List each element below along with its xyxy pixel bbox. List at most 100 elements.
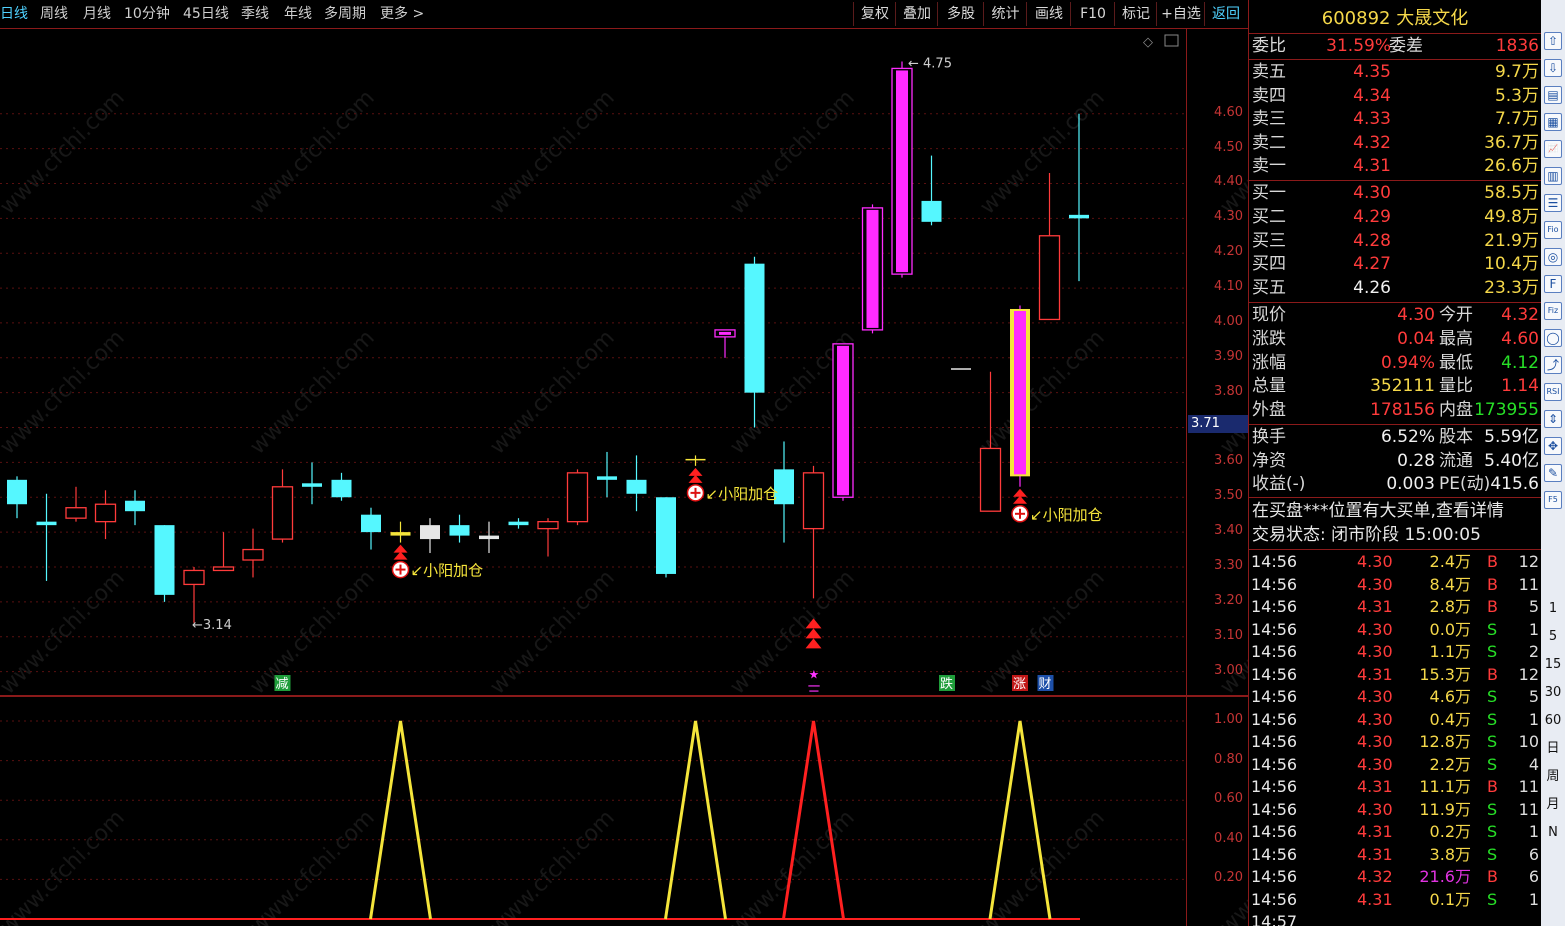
diamond-icon[interactable]: ◇	[1143, 35, 1153, 50]
candle[interactable]	[65, 486, 87, 522]
candle[interactable]	[685, 455, 706, 466]
candle[interactable]	[537, 518, 559, 557]
candle[interactable]	[656, 497, 676, 578]
period-shortcut-6[interactable]: 周	[1544, 768, 1562, 786]
trend-icon[interactable]: ⤴	[1544, 356, 1562, 374]
candle[interactable]	[36, 493, 57, 581]
candle[interactable]	[832, 343, 854, 501]
table-icon[interactable]: ▦	[1544, 113, 1562, 131]
period-quarterly[interactable]: 季线	[241, 4, 269, 24]
draw-button[interactable]: 画线	[1026, 2, 1071, 26]
period-weekly[interactable]: 周线	[40, 4, 68, 24]
bid-volume: 10.4万	[1484, 254, 1539, 275]
candle[interactable]	[1038, 173, 1061, 321]
circle-icon[interactable]: ◎	[1544, 248, 1562, 266]
candle[interactable]	[891, 61, 913, 278]
candle[interactable]	[714, 329, 736, 358]
period-monthly[interactable]: 月线	[83, 4, 111, 24]
ask-price: 4.34	[1353, 85, 1391, 106]
period-shortcut-2[interactable]: 15	[1544, 656, 1562, 674]
event-marker[interactable]: 财	[1037, 675, 1054, 692]
period-shortcut-5[interactable]: 日	[1544, 740, 1562, 758]
candle[interactable]	[154, 525, 175, 602]
candle[interactable]	[1010, 305, 1030, 487]
period-shortcut-0[interactable]: 1	[1544, 600, 1562, 618]
candle[interactable]	[242, 528, 264, 578]
candle[interactable]	[420, 518, 440, 554]
candle[interactable]	[271, 469, 294, 543]
candle[interactable]	[331, 472, 352, 501]
add-watchlist-button[interactable]: +自选	[1156, 2, 1205, 26]
candle[interactable]	[1069, 113, 1089, 282]
add-position-signal[interactable]: ↙小阳加仓	[686, 467, 779, 503]
candle[interactable]	[951, 368, 971, 370]
window-icon[interactable]	[1164, 34, 1179, 47]
candle[interactable]	[94, 490, 117, 540]
candle[interactable]	[390, 521, 411, 543]
add-position-signal[interactable]: ↙小阳加仓	[391, 544, 484, 580]
period-shortcut-7[interactable]: 月	[1544, 796, 1562, 814]
indicator-axis: 1.00 0.80 0.60 0.40 0.20	[1186, 697, 1249, 926]
ring-icon[interactable]: ◯	[1544, 329, 1562, 347]
candle[interactable]	[508, 518, 529, 529]
arrow-up-icon[interactable]: ⇧	[1544, 32, 1562, 50]
bid-row: 买四 4.27 10.4万	[1249, 253, 1541, 276]
candle[interactable]	[479, 521, 499, 554]
arrow-down-icon[interactable]: ⇩	[1544, 59, 1562, 77]
candle[interactable]	[183, 566, 205, 623]
fiz-icon[interactable]: Fiz	[1544, 302, 1562, 320]
candle[interactable]	[302, 462, 322, 505]
add-position-signal[interactable]: ↙小阳加仓	[1011, 488, 1103, 524]
fio-icon[interactable]: Fio	[1544, 221, 1562, 239]
period-yearly[interactable]: 年线	[284, 4, 312, 24]
candle[interactable]	[626, 455, 647, 512]
f10-icon[interactable]: F	[1544, 275, 1562, 293]
chart-icon[interactable]: 📈	[1544, 140, 1562, 158]
event-marker[interactable]: 涨	[1012, 675, 1028, 692]
candle[interactable]	[597, 451, 617, 498]
stock-title[interactable]: 600892 大晟文化	[1249, 4, 1541, 29]
period-more[interactable]: 更多 >	[380, 4, 424, 24]
period-10min[interactable]: 10分钟	[124, 4, 170, 24]
candle[interactable]	[566, 469, 589, 526]
period-shortcut-3[interactable]: 30	[1544, 684, 1562, 702]
candle[interactable]	[802, 465, 825, 599]
back-button[interactable]: 返回	[1204, 2, 1247, 26]
big-order-notice[interactable]: 在买盘***位置有大买单,查看详情	[1249, 500, 1541, 523]
period-multi[interactable]: 多周期	[324, 4, 366, 24]
candle[interactable]	[921, 155, 942, 226]
news-icon[interactable]: ▤	[1544, 86, 1562, 104]
period-daily[interactable]: 日线	[0, 4, 28, 24]
period-shortcut-1[interactable]: 5	[1544, 628, 1562, 646]
event-marker[interactable]: 跌	[939, 675, 955, 692]
event-marker[interactable]: 减	[274, 675, 291, 692]
bar-icon[interactable]: ▥	[1544, 167, 1562, 185]
candle[interactable]	[361, 507, 381, 550]
buy-arrows[interactable]: ★	[805, 618, 822, 681]
ask-row: 卖三 4.33 7.7万	[1249, 108, 1541, 131]
stats-button[interactable]: 统计	[983, 2, 1027, 26]
candlestick-chart[interactable]: ← 4.75 ←3.14 ↙小阳加仓 ↙小阳加仓 ↙小阳加仓 ★三 减 跌 涨财 ◇	[0, 29, 1186, 695]
up-down-icon[interactable]: ⇕	[1544, 410, 1562, 428]
candle[interactable]	[861, 204, 884, 334]
pen-icon[interactable]: ✎	[1544, 464, 1562, 482]
multi-stock-button[interactable]: 多股	[937, 2, 984, 26]
rsi-icon[interactable]: RSI	[1544, 383, 1562, 401]
f5-icon[interactable]: F5	[1544, 491, 1562, 509]
period-shortcut-8[interactable]: N	[1544, 824, 1562, 842]
overlay-button[interactable]: 叠加	[895, 2, 938, 26]
candle[interactable]	[7, 476, 27, 519]
list-icon[interactable]: ☰	[1544, 194, 1562, 212]
mark-button[interactable]: 标记	[1114, 2, 1157, 26]
move-icon[interactable]: ✥	[1544, 437, 1562, 455]
candle[interactable]	[449, 514, 470, 543]
candle[interactable]	[212, 532, 235, 572]
period-45day[interactable]: 45日线	[183, 4, 229, 24]
f10-button[interactable]: F10	[1070, 2, 1115, 26]
adjust-button[interactable]: 复权	[853, 2, 896, 26]
candle[interactable]	[125, 490, 145, 526]
indicator-chart[interactable]	[0, 697, 1186, 926]
period-shortcut-4[interactable]: 60	[1544, 712, 1562, 730]
tick-price: 4.32	[1357, 867, 1393, 886]
candle[interactable]	[744, 256, 765, 428]
